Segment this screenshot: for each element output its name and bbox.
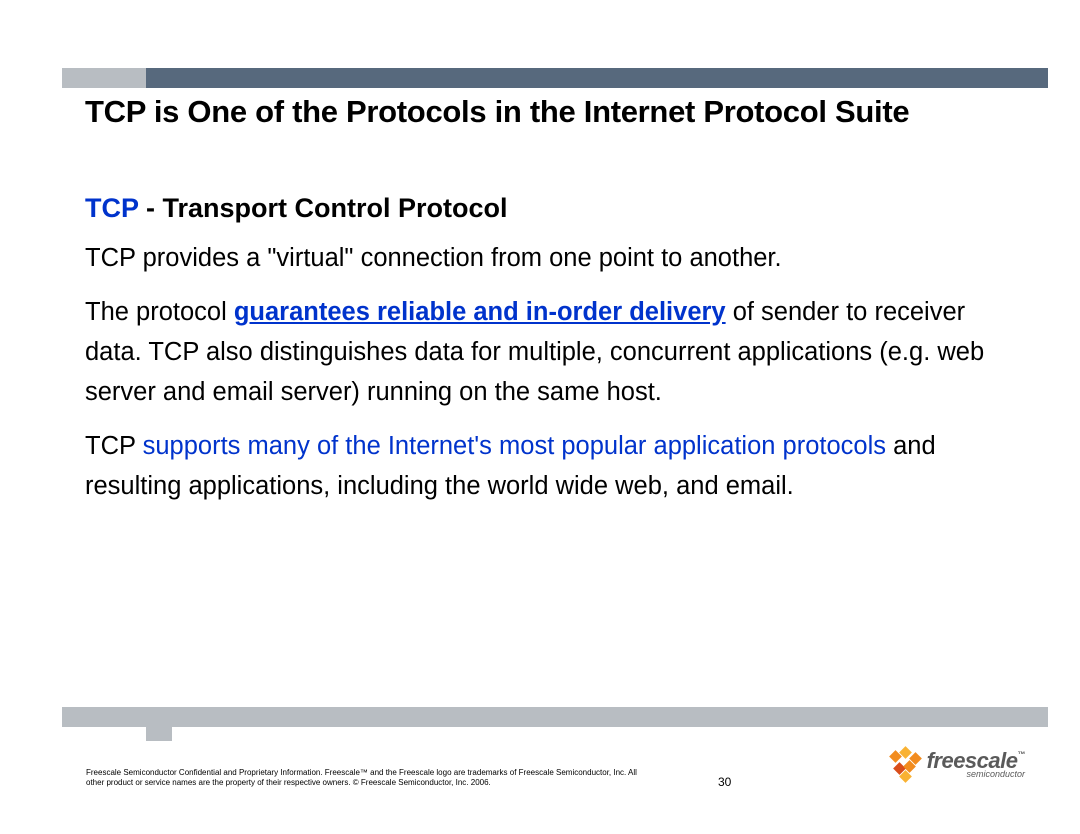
header-bar (146, 68, 1048, 88)
header-accent-block (62, 68, 146, 88)
p2-link: guarantees reliable and in-order deliver… (234, 298, 726, 326)
content-area: TCP - Transport Control Protocol TCP pro… (85, 193, 1020, 520)
p3-blue: supports many of the Internet's most pop… (143, 432, 886, 460)
logo-tm: ™ (1018, 750, 1026, 759)
logo-main-text: freescale™ (927, 751, 1025, 772)
footer-bar (62, 707, 1048, 727)
footer-logo: freescale™ semiconductor (887, 748, 1025, 782)
subtitle-accent: TCP (85, 193, 146, 223)
p3-pre: TCP (85, 432, 143, 460)
paragraph-1: TCP provides a "virtual" connection from… (85, 238, 1020, 278)
footer-legal: Freescale Semiconductor Confidential and… (86, 768, 656, 788)
footer-notch (146, 727, 172, 741)
logo-sub-text: semiconductor (966, 769, 1025, 779)
freescale-logo-icon (887, 748, 921, 782)
slide-title: TCP is One of the Protocols in the Inter… (85, 94, 1030, 130)
paragraph-2: The protocol guarantees reliable and in-… (85, 292, 1020, 412)
logo-text-wrap: freescale™ semiconductor (927, 751, 1025, 780)
subtitle: TCP - Transport Control Protocol (85, 193, 1020, 224)
subtitle-rest: - Transport Control Protocol (146, 193, 508, 223)
page-number: 30 (718, 775, 731, 789)
paragraph-3: TCP supports many of the Internet's most… (85, 426, 1020, 506)
p2-pre: The protocol (85, 298, 234, 326)
